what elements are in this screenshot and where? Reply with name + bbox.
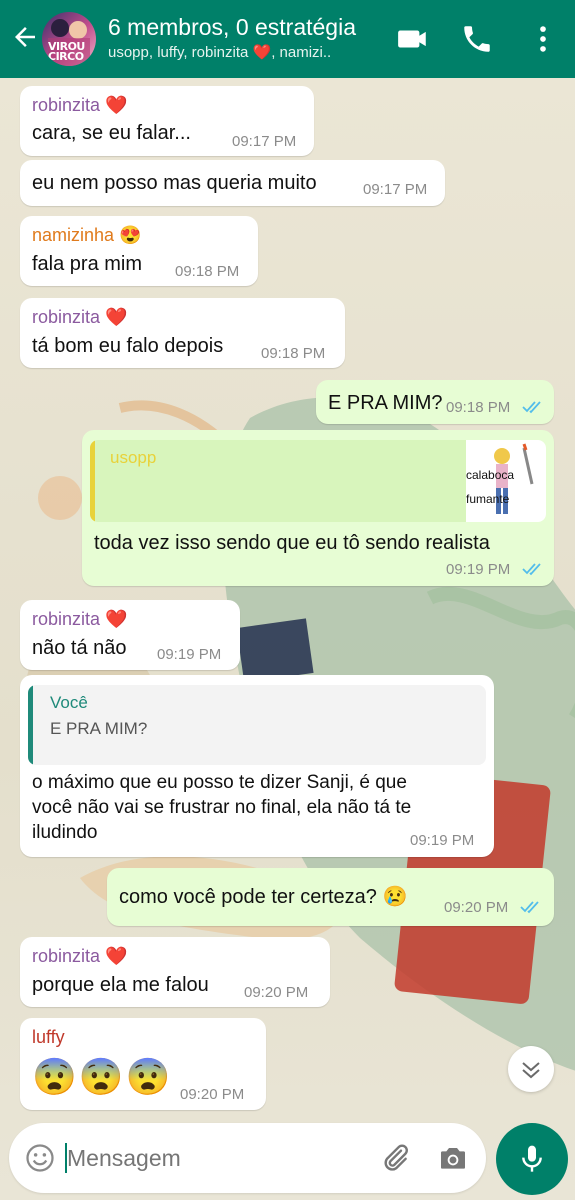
message-time: 09:18 PM [446, 399, 511, 416]
read-receipt-icon [522, 401, 541, 414]
avatar-caption: VIROU CIRCO [48, 40, 85, 63]
camera-icon[interactable] [437, 1142, 469, 1174]
sender-name: robinzita ❤️ [32, 95, 128, 115]
message-text: não tá não [32, 637, 127, 659]
group-title[interactable]: 6 membros, 0 estratégia [108, 14, 356, 41]
sender-name: robinzita ❤️ [32, 609, 128, 629]
message-time: 09:20 PM [444, 899, 509, 916]
message-emoji: 😨😨😨 [32, 1056, 173, 1097]
attach-icon[interactable] [379, 1142, 411, 1174]
message-bubble[interactable]: robinzita ❤️ não tá não 09:19 PM [20, 600, 240, 670]
read-receipt-icon [522, 563, 541, 576]
message-text: toda vez isso sendo que eu tô sendo real… [94, 532, 490, 554]
message-bubble[interactable]: luffy 😨😨😨 09:20 PM [20, 1018, 266, 1110]
message-text-line: iludindo [32, 822, 98, 843]
scroll-to-bottom-button[interactable] [508, 1046, 554, 1092]
message-text: E PRA MIM? [328, 392, 443, 414]
message-time: 09:17 PM [363, 181, 428, 198]
group-members[interactable]: usopp, luffy, robinzita ❤️, namizi.. [108, 43, 373, 61]
chat-header: VIROU CIRCO 6 membros, 0 estratégia usop… [0, 0, 575, 78]
message-time: 09:18 PM [261, 345, 326, 362]
quote-bar [90, 440, 95, 522]
sender-name: luffy [32, 1027, 65, 1047]
phone-icon[interactable] [460, 22, 494, 56]
quote-bar [28, 685, 33, 765]
message-time: 09:20 PM [244, 984, 309, 1001]
message-composer [9, 1123, 486, 1193]
message-bubble[interactable]: robinzita ❤️ porque ela me falou 09:20 P… [20, 937, 330, 1007]
message-bubble-outgoing[interactable]: E PRA MIM? 09:18 PM [316, 380, 554, 424]
message-text: tá bom eu falo depois [32, 335, 224, 357]
message-text: fala pra mim [32, 253, 143, 275]
sender-name: namizinha 😍 [32, 225, 142, 245]
read-receipt-icon [520, 901, 539, 914]
message-text-line: o máximo que eu posso te dizer Sanji, é … [32, 772, 407, 793]
message-time: 09:18 PM [175, 263, 240, 280]
message-text: eu nem posso mas queria muito [32, 172, 317, 194]
quoted-message[interactable]: usopp calaboca fumante [90, 440, 546, 522]
more-options-icon[interactable] [526, 22, 560, 56]
message-bubble-outgoing[interactable]: como você pode ter certeza? 😢 09:20 PM [107, 868, 554, 926]
message-time: 09:19 PM [157, 646, 222, 663]
quote-text: E PRA MIM? [50, 719, 148, 738]
message-bubble-outgoing[interactable]: usopp calaboca fumante toda vez isso sen… [82, 430, 554, 586]
message-time: 09:19 PM [410, 832, 475, 849]
sender-name: robinzita ❤️ [32, 946, 128, 966]
message-text: cara, se eu falar... [32, 122, 191, 144]
message-text-line: você não vai se frustrar no final, ela n… [32, 797, 412, 818]
message-bubble[interactable]: robinzita ❤️ cara, se eu falar... 09:17 … [20, 86, 314, 156]
message-time: 09:20 PM [180, 1086, 245, 1103]
message-time: 09:19 PM [446, 561, 511, 578]
message-bubble[interactable]: Você E PRA MIM? o máximo que eu posso te… [20, 675, 494, 857]
quote-sender: Você [50, 693, 88, 712]
message-text: como você pode ter certeza? 😢 [119, 886, 408, 908]
quote-sender: usopp [110, 448, 157, 467]
message-text: porque ela me falou [32, 974, 209, 996]
group-avatar[interactable]: VIROU CIRCO [42, 12, 96, 66]
mic-icon [522, 1145, 542, 1172]
back-arrow-icon[interactable] [10, 22, 40, 52]
sticker-caption-2: fumante [466, 492, 510, 506]
message-input[interactable] [67, 1137, 367, 1179]
message-time: 09:17 PM [232, 133, 297, 150]
sticker-thumbnail: calaboca fumante [466, 440, 546, 522]
emoji-icon[interactable] [25, 1143, 55, 1173]
message-bubble[interactable]: eu nem posso mas queria muito 09:17 PM [20, 160, 445, 206]
message-bubble[interactable]: robinzita ❤️ tá bom eu falo depois 09:18… [20, 298, 345, 368]
double-chevron-down-icon [522, 1062, 540, 1079]
message-bubble[interactable]: namizinha 😍 fala pra mim 09:18 PM [20, 216, 258, 286]
sticker-caption-1: calaboca [466, 468, 515, 482]
voice-message-button[interactable] [496, 1123, 568, 1195]
quoted-message[interactable]: Você E PRA MIM? [28, 685, 486, 765]
sender-name: robinzita ❤️ [32, 307, 128, 327]
video-call-icon[interactable] [394, 22, 432, 56]
